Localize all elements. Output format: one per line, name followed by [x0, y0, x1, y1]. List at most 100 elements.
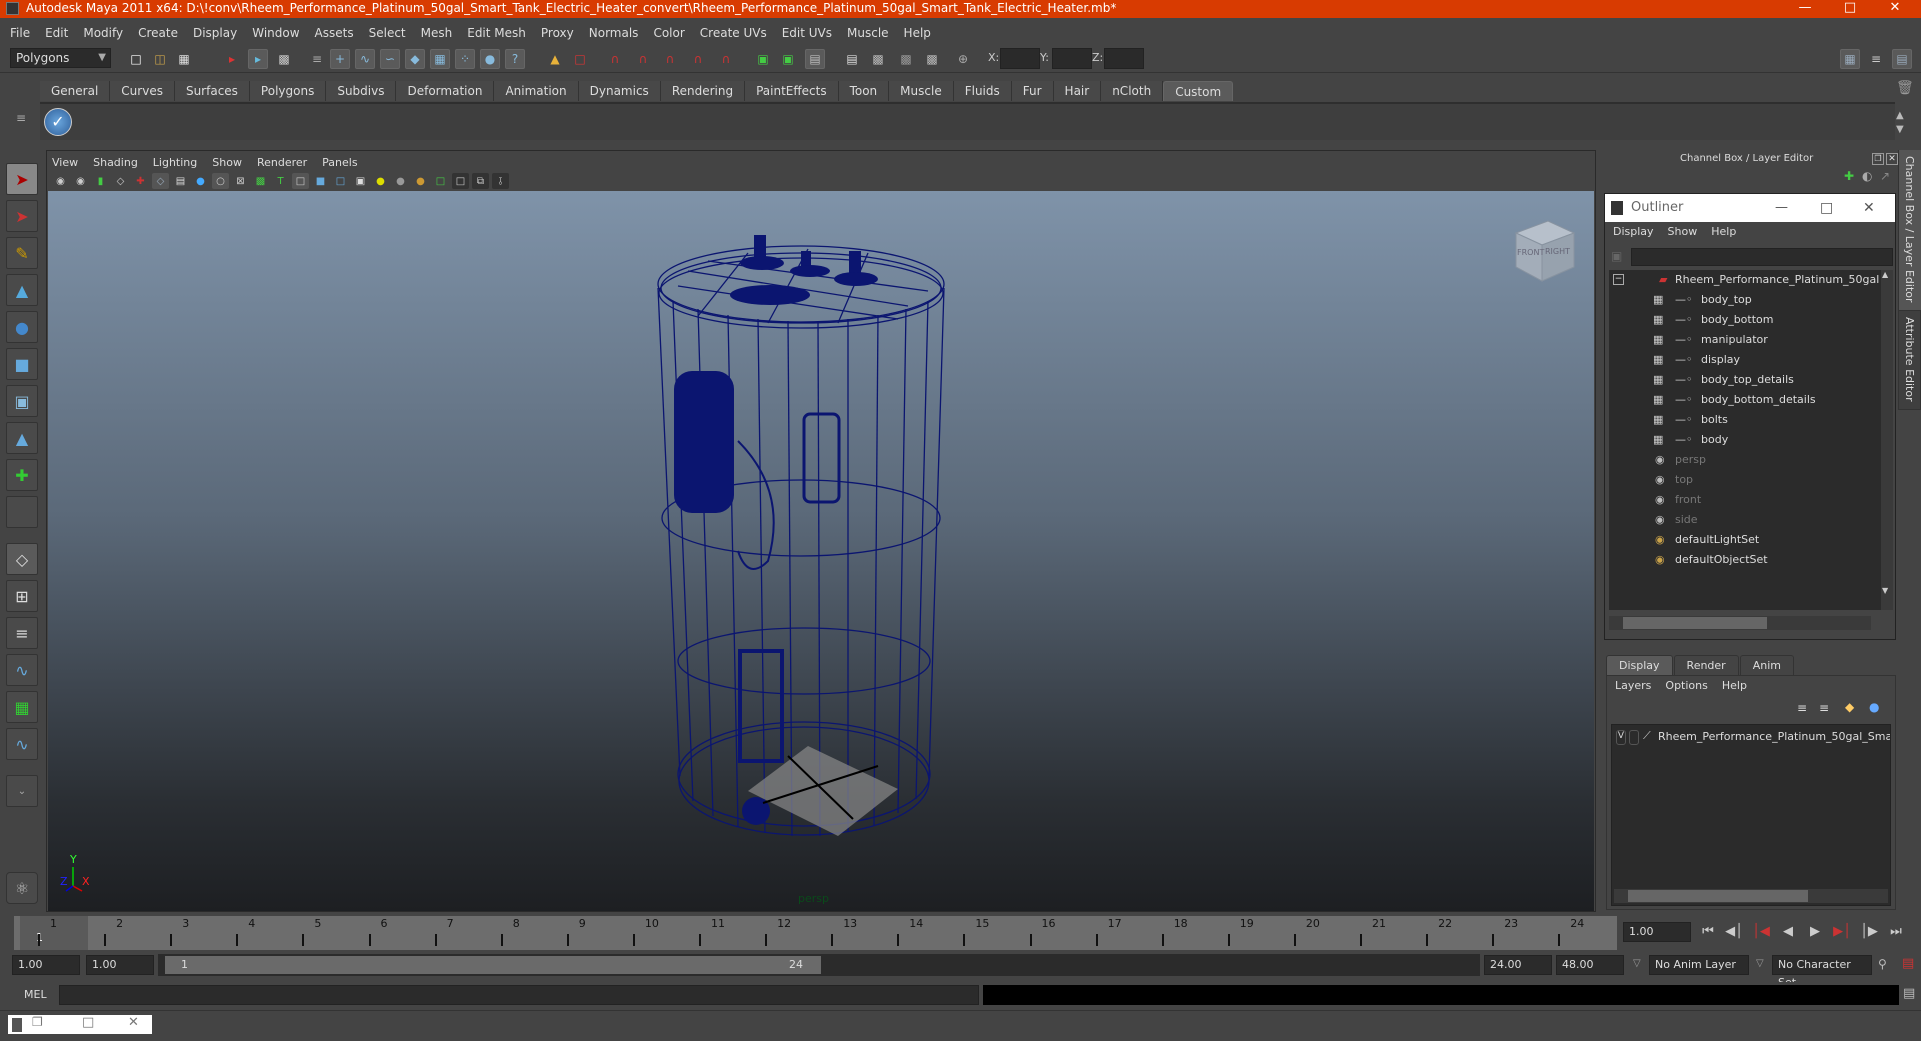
open-scene-icon[interactable]: ◫ [150, 49, 170, 69]
viewport-menu-show[interactable]: Show [212, 156, 242, 169]
outliner-item[interactable]: ▦ —◦ body_top [1609, 290, 1879, 310]
shelf-tab-fur[interactable]: Fur [1011, 81, 1054, 101]
move-layer-down-icon[interactable]: ≡ [1819, 701, 1829, 715]
shelf-tab-fluids[interactable]: Fluids [953, 81, 1012, 101]
outliner-item[interactable]: ▦ —◦ body_bottom_details [1609, 390, 1879, 410]
outliner-menu-display[interactable]: Display [1613, 225, 1654, 238]
scroll-thumb[interactable] [1628, 890, 1808, 902]
layers-toggle-icon[interactable]: ◐ [1862, 169, 1872, 183]
filter-icon[interactable]: ▣ [1611, 249, 1622, 263]
xray-icon[interactable]: □ [452, 173, 469, 189]
snap-curve-icon[interactable]: ∿ [355, 49, 375, 69]
outliner-item[interactable]: ◉ defaultObjectSet [1609, 550, 1879, 570]
maximize-button[interactable]: □ [1830, 0, 1870, 18]
outliner-item[interactable]: ◉ defaultLightSet [1609, 530, 1879, 550]
ipr-render-icon[interactable]: ▩ [896, 49, 916, 69]
snap-view-plane-icon[interactable]: ◆ [405, 49, 425, 69]
rotate-tool-icon[interactable]: ● [6, 311, 38, 343]
new-scene-icon[interactable]: □ [126, 49, 146, 69]
checkmark-shelf-icon[interactable]: ✓ [44, 108, 72, 136]
four-view-layout-icon[interactable]: ⊞ [6, 580, 38, 612]
menu-select[interactable]: Select [369, 26, 406, 40]
image-plane-icon[interactable]: ◇ [112, 173, 129, 189]
outliner-item[interactable]: ▦ —◦ display [1609, 350, 1879, 370]
step-forward-frame-icon[interactable]: ▶│ [1831, 924, 1853, 944]
menu-edit[interactable]: Edit [45, 26, 68, 40]
smooth-shade-icon[interactable]: ■ [312, 173, 329, 189]
viewport-menu-view[interactable]: View [52, 156, 78, 169]
shelf-tab-polygons[interactable]: Polygons [249, 81, 327, 101]
film-gate-icon[interactable]: ▤ [172, 173, 189, 189]
soft-modification-icon[interactable]: ▲ [6, 422, 38, 454]
outliner-close-button[interactable]: ✕ [1863, 194, 1875, 222]
outliner-search-input[interactable] [1631, 248, 1893, 266]
animation-preferences-icon[interactable]: ▤ [1902, 956, 1914, 971]
menu-help[interactable]: Help [904, 26, 931, 40]
side-tab-attribute-editor[interactable]: Attribute Editor [1898, 310, 1921, 410]
camera-attributes-icon[interactable]: ◉ [72, 173, 89, 189]
arrow-icon[interactable]: ↗ [1880, 169, 1890, 183]
character-set-dropdown-icon[interactable]: ▽ [1756, 958, 1764, 969]
trash-icon[interactable]: 🗑 [1896, 80, 1914, 96]
layer-display-type-toggle[interactable] [1629, 730, 1639, 745]
gate-mask-icon[interactable]: ○ [212, 173, 229, 189]
persp-graph-layout-icon[interactable]: ∿ [6, 654, 38, 686]
snap-magnet-live-icon[interactable]: ∩ [716, 49, 736, 69]
xray-components-icon[interactable]: ⫱ [492, 173, 509, 189]
lasso-tool-icon[interactable]: ➤ [6, 200, 38, 232]
step-back-key-icon[interactable]: ◀│ [1723, 924, 1745, 944]
close-panel-icon[interactable]: ✕ [1886, 153, 1898, 165]
shelf-tab-painteffects[interactable]: PaintEffects [745, 81, 839, 101]
outliner-persp-layout-icon[interactable]: ≡ [6, 617, 38, 649]
vertex-icon[interactable]: ⁘ [455, 49, 475, 69]
outliner-item[interactable]: ▦ —◦ body [1609, 430, 1879, 450]
scroll-thumb[interactable] [1623, 617, 1767, 629]
lock-icon[interactable]: ▲ [545, 49, 565, 69]
z-field[interactable] [1104, 48, 1144, 69]
outliner-item[interactable]: ◉ top [1609, 470, 1879, 490]
isolate-select-icon[interactable]: □ [432, 173, 449, 189]
universal-manipulator-icon[interactable]: ▣ [6, 385, 38, 417]
close-button[interactable]: ✕ [1875, 0, 1915, 18]
menu-assets[interactable]: Assets [315, 26, 354, 40]
playback-end-field[interactable]: 24.00 [1484, 955, 1552, 975]
use-all-lights-icon[interactable]: ● [372, 173, 389, 189]
make-live-icon[interactable]: ▦ [430, 49, 450, 69]
high-quality-icon[interactable]: ● [412, 173, 429, 189]
shelf-tab-subdivs[interactable]: Subdivs [326, 81, 397, 101]
outliner-item[interactable]: ◉ persp [1609, 450, 1879, 470]
layer-horizontal-scrollbar[interactable] [1614, 889, 1888, 903]
anim-layer-field[interactable]: No Anim Layer [1649, 955, 1749, 975]
question-icon[interactable]: ? [505, 49, 525, 69]
last-tool-slot[interactable] [6, 496, 38, 528]
restore-icon[interactable]: ❐ [32, 1015, 43, 1029]
viewport-menu-renderer[interactable]: Renderer [257, 156, 307, 169]
y-field[interactable] [1052, 48, 1092, 69]
character-set-field[interactable]: No Character Set [1772, 955, 1872, 989]
outliner-menu-show[interactable]: Show [1668, 225, 1698, 238]
single-perspective-layout-icon[interactable]: ◇ [6, 543, 38, 575]
auto-key-icon[interactable]: ⚲ [1878, 957, 1887, 971]
viewport-menu-shading[interactable]: Shading [93, 156, 138, 169]
two-d-pan-zoom-icon[interactable]: ✚ [132, 173, 149, 189]
textured-icon[interactable]: ▣ [352, 173, 369, 189]
shelf-tab-hair[interactable]: Hair [1053, 81, 1102, 101]
menu-muscle[interactable]: Muscle [847, 26, 889, 40]
output-ops-icon[interactable]: ▣ [778, 49, 798, 69]
play-forward-icon[interactable]: ▶ [1804, 924, 1826, 944]
layer-menu-layers[interactable]: Layers [1615, 679, 1651, 692]
input-ops-icon[interactable]: ▣ [753, 49, 773, 69]
layout-dropdown-icon[interactable]: ⌄ [6, 775, 38, 807]
playback-start-field[interactable]: 1.00 [86, 955, 154, 975]
snap-grid-icon[interactable]: + [330, 49, 350, 69]
shadows-icon[interactable]: ● [392, 173, 409, 189]
bookmarks-icon[interactable]: ▮ [92, 173, 109, 189]
tool-settings-toggle-icon[interactable]: ≡ [1866, 49, 1886, 69]
outliner-item[interactable]: ▦ —◦ body_bottom [1609, 310, 1879, 330]
viewport-menu-lighting[interactable]: Lighting [153, 156, 197, 169]
select-by-component-icon[interactable]: ▩ [274, 49, 294, 69]
save-scene-icon[interactable]: ▦ [174, 49, 194, 69]
shelf-tab-dynamics[interactable]: Dynamics [578, 81, 661, 101]
move-tool-icon[interactable]: ▲ [6, 274, 38, 306]
snap-magnet-grid-icon[interactable]: ∩ [605, 49, 625, 69]
